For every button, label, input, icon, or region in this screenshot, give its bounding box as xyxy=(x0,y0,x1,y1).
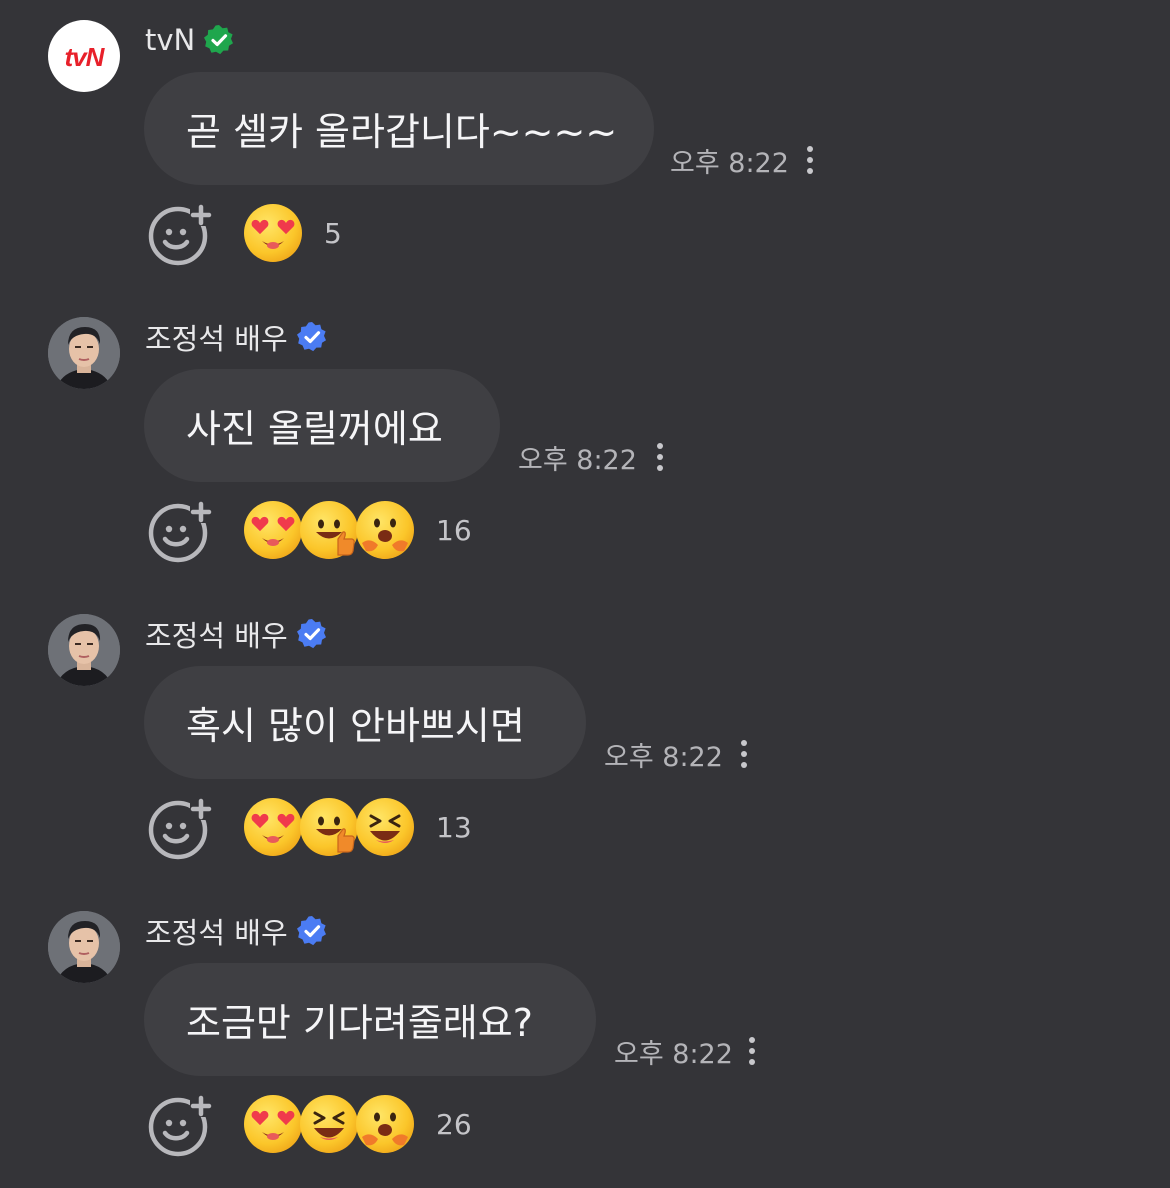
message-timestamp: 오후 8:22 xyxy=(518,444,637,476)
chat-message: 조정석 배우 혹시 많이 안바쁘시면 오후 8:22 13 xyxy=(0,594,1170,891)
add-reaction-icon[interactable] xyxy=(148,1093,214,1157)
sender-header: 조정석 배우 xyxy=(145,614,328,654)
chat-message: 조정석 배우 조금만 기다려줄래요? 오후 8:22 26 xyxy=(0,891,1170,1188)
verified-blue-icon xyxy=(296,915,328,947)
message-text: 조금만 기다려줄래요? xyxy=(186,1001,533,1045)
actor-photo-avatar[interactable] xyxy=(48,317,120,389)
sender-header: tvN xyxy=(145,20,235,60)
message-text: 사진 올릴꺼에요 xyxy=(186,407,443,451)
add-reaction-icon[interactable] xyxy=(148,796,214,860)
reaction-bar[interactable]: 26 xyxy=(242,1093,472,1155)
reaction-bar[interactable]: 5 xyxy=(242,202,342,264)
more-options-icon[interactable] xyxy=(650,439,670,475)
message-bubble[interactable]: 사진 올릴꺼에요 xyxy=(144,369,500,482)
laughing-face-emoji-icon xyxy=(300,1095,358,1153)
message-timestamp: 오후 8:22 xyxy=(604,741,723,773)
chat-message: tvN tvN 곧 셀카 올라갑니다~~~~ 오후 8:22 5 xyxy=(0,0,1170,297)
verified-blue-icon xyxy=(296,321,328,353)
hugging-face-emoji-icon xyxy=(356,501,414,559)
sender-name[interactable]: 조정석 배우 xyxy=(145,613,288,655)
add-reaction-icon[interactable] xyxy=(148,499,214,563)
hugging-face-emoji-icon xyxy=(356,1095,414,1153)
message-timestamp: 오후 8:22 xyxy=(614,1038,733,1070)
laughing-face-emoji-icon xyxy=(356,798,414,856)
message-text: 곧 셀카 올라갑니다~~~~ xyxy=(186,110,618,154)
message-bubble[interactable]: 곧 셀카 올라갑니다~~~~ xyxy=(144,72,654,185)
heart-eyes-emoji-icon xyxy=(244,501,302,559)
heart-eyes-emoji-icon xyxy=(244,798,302,856)
verified-blue-icon xyxy=(296,618,328,650)
message-bubble[interactable]: 혹시 많이 안바쁘시면 xyxy=(144,666,586,779)
reaction-count: 26 xyxy=(436,1107,472,1141)
reaction-count: 13 xyxy=(436,810,472,844)
reaction-bar[interactable]: 13 xyxy=(242,796,472,858)
reaction-bar[interactable]: 16 xyxy=(242,499,472,561)
more-options-icon[interactable] xyxy=(734,736,754,772)
thumbs-up-face-emoji-icon xyxy=(300,501,358,559)
message-bubble[interactable]: 조금만 기다려줄래요? xyxy=(144,963,596,1076)
more-options-icon[interactable] xyxy=(800,142,820,178)
thumbs-up-face-emoji-icon xyxy=(300,798,358,856)
sender-name[interactable]: 조정석 배우 xyxy=(145,910,288,952)
message-timestamp: 오후 8:22 xyxy=(670,147,789,179)
sender-header: 조정석 배우 xyxy=(145,317,328,357)
heart-eyes-emoji-icon xyxy=(244,1095,302,1153)
add-reaction-icon[interactable] xyxy=(148,202,214,266)
verified-green-icon xyxy=(203,24,235,56)
reaction-count: 5 xyxy=(324,216,342,250)
sender-header: 조정석 배우 xyxy=(145,911,328,951)
actor-photo-avatar[interactable] xyxy=(48,614,120,686)
sender-name[interactable]: 조정석 배우 xyxy=(145,316,288,358)
more-options-icon[interactable] xyxy=(742,1033,762,1069)
reaction-count: 16 xyxy=(436,513,472,547)
sender-name[interactable]: tvN xyxy=(145,23,195,57)
actor-photo-avatar[interactable] xyxy=(48,911,120,983)
message-text: 혹시 많이 안바쁘시면 xyxy=(186,704,525,748)
tvn-logo-avatar[interactable]: tvN xyxy=(48,20,120,92)
chat-message: 조정석 배우 사진 올릴꺼에요 오후 8:22 16 xyxy=(0,297,1170,594)
heart-eyes-emoji-icon xyxy=(244,204,302,262)
